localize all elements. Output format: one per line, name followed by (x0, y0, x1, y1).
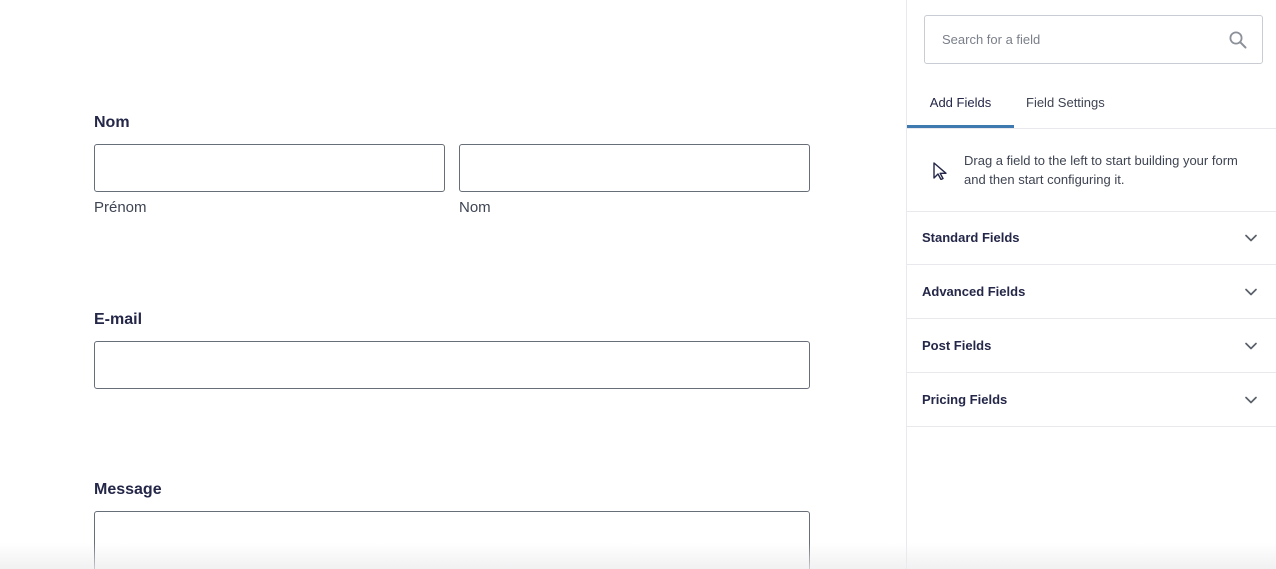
field-search-box[interactable] (924, 15, 1263, 64)
tab-add-fields[interactable]: Add Fields (907, 86, 1014, 128)
section-advanced-fields[interactable]: Advanced Fields (907, 265, 1276, 319)
search-icon[interactable] (1228, 30, 1248, 50)
first-name-sublabel: Prénom (94, 199, 147, 216)
first-name-input[interactable] (94, 144, 445, 192)
tab-field-settings[interactable]: Field Settings (1026, 86, 1105, 128)
form-editor: Nom Prénom Nom E-mail Message Add Fields… (0, 0, 1276, 569)
chevron-down-icon (1245, 234, 1257, 242)
cursor-icon (933, 162, 947, 180)
drag-hint-text: Drag a field to the left to start buildi… (964, 153, 1238, 187)
message-textarea[interactable] (94, 511, 810, 569)
last-name-sublabel: Nom (459, 199, 491, 216)
email-input[interactable] (94, 341, 810, 389)
drag-hint: Drag a field to the left to start buildi… (907, 129, 1276, 212)
section-label: Post Fields (922, 338, 992, 353)
section-pricing-fields[interactable]: Pricing Fields (907, 373, 1276, 427)
section-label: Standard Fields (922, 230, 1020, 245)
form-canvas: Nom Prénom Nom E-mail Message (0, 0, 906, 569)
chevron-down-icon (1245, 396, 1257, 404)
chevron-down-icon (1245, 288, 1257, 296)
sidebar-tabs: Add Fields Field Settings (907, 86, 1276, 129)
email-field-label: E-mail (94, 311, 143, 328)
message-field-label: Message (94, 481, 162, 498)
section-post-fields[interactable]: Post Fields (907, 319, 1276, 373)
field-sidebar: Add Fields Field Settings Drag a field t… (906, 0, 1276, 569)
chevron-down-icon (1245, 342, 1257, 350)
section-label: Pricing Fields (922, 392, 1008, 407)
name-field-label: Nom (94, 114, 130, 131)
section-standard-fields[interactable]: Standard Fields (907, 211, 1276, 265)
last-name-input[interactable] (459, 144, 810, 192)
field-search-input[interactable] (925, 16, 1215, 63)
section-label: Advanced Fields (922, 284, 1026, 299)
